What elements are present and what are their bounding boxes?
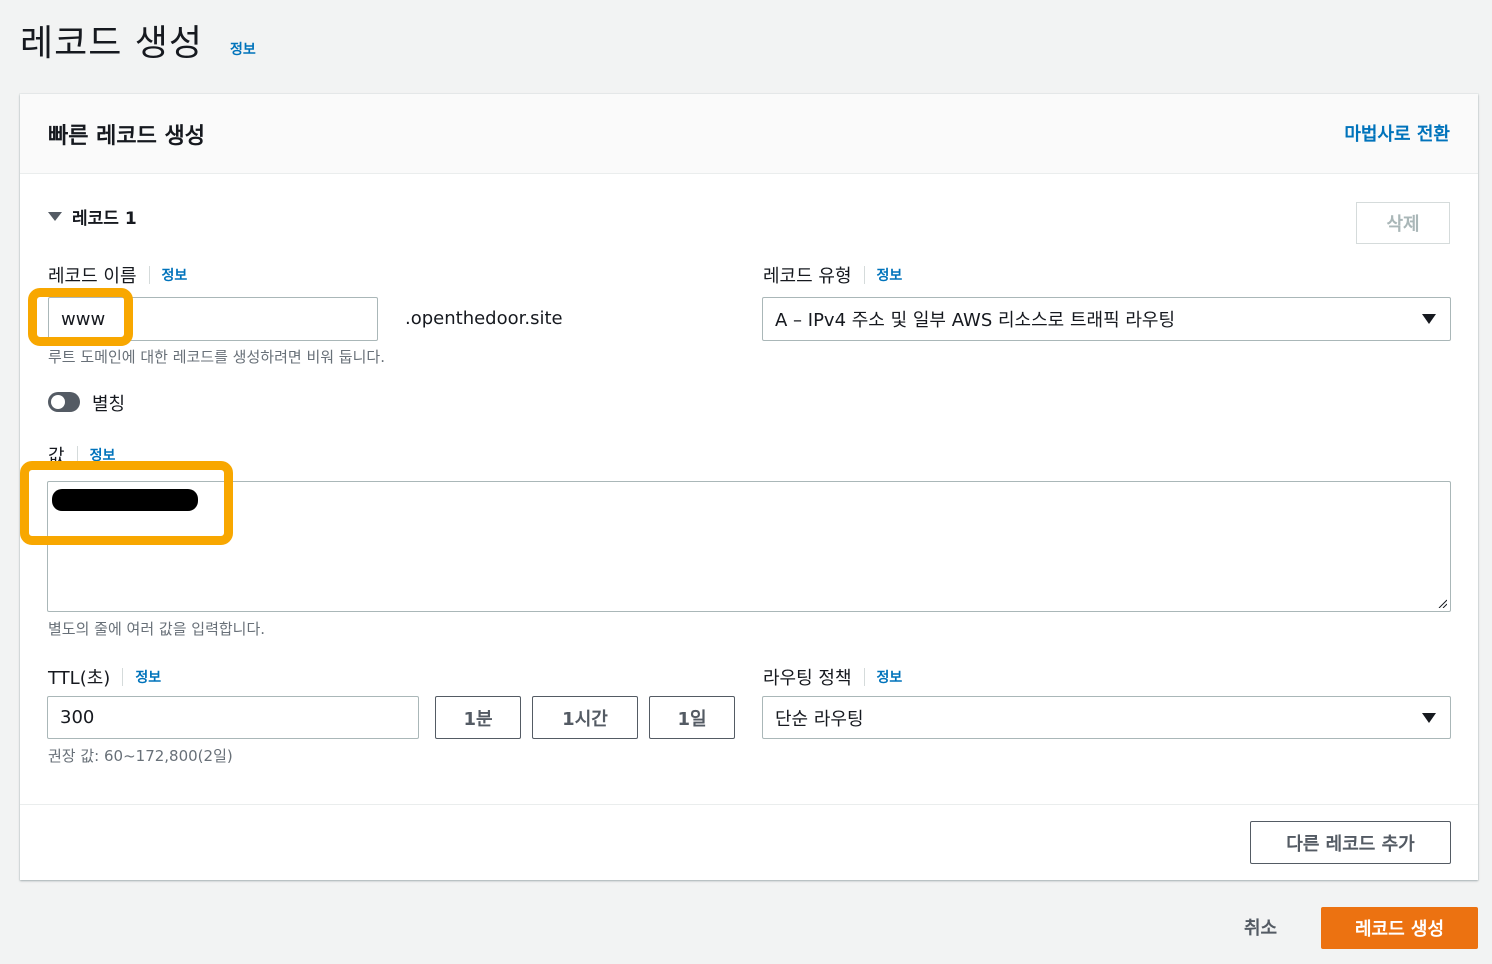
panel-title: 빠른 레코드 생성	[48, 124, 205, 149]
record-type-select[interactable]: A – IPv4 주소 및 일부 AWS 리소스로 트래픽 라우팅	[762, 297, 1451, 341]
cancel-button[interactable]: 취소	[1244, 914, 1277, 940]
dropdown-caret-icon	[1422, 314, 1436, 324]
alias-label: 별칭	[92, 394, 126, 415]
add-another-record-button[interactable]: 다른 레코드 추가	[1250, 821, 1451, 864]
value-hint: 별도의 줄에 여러 값을 입력합니다.	[48, 620, 266, 638]
page-title: 레코드 생성	[20, 23, 204, 64]
record-section-label: 레코드 1	[72, 209, 137, 229]
record-name-input[interactable]: www	[48, 297, 378, 341]
page-info-link[interactable]: 정보	[230, 39, 256, 59]
label-separator	[148, 266, 150, 284]
toggle-knob	[51, 395, 65, 409]
record-type-label: 레코드 유형 정보	[763, 265, 903, 287]
label-separator	[863, 668, 865, 686]
routing-policy-label: 라우팅 정책 정보	[763, 667, 903, 689]
create-records-button[interactable]: 레코드 생성	[1321, 907, 1478, 949]
ttl-1day-button[interactable]: 1일	[649, 696, 735, 739]
panel-divider	[20, 804, 1478, 805]
dropdown-caret-icon	[1422, 713, 1436, 723]
record-name-hint: 루트 도메인에 대한 레코드를 생성하려면 비워 둡니다.	[48, 348, 385, 366]
redaction-mark	[52, 489, 198, 511]
ttl-label: TTL(초) 정보	[48, 667, 162, 689]
quick-create-panel: 빠른 레코드 생성 마법사로 전환 레코드 1 삭제 레코드 이름 정보 www…	[20, 94, 1478, 880]
resize-grip-icon[interactable]	[1437, 598, 1447, 608]
ttl-1hour-button[interactable]: 1시간	[532, 696, 638, 739]
value-textarea[interactable]	[47, 481, 1451, 612]
routing-policy-info-link[interactable]: 정보	[877, 667, 903, 687]
routing-policy-select[interactable]: 단순 라우팅	[762, 696, 1451, 739]
panel-header: 빠른 레코드 생성 마법사로 전환	[20, 94, 1478, 174]
switch-to-wizard-link[interactable]: 마법사로 전환	[1344, 120, 1450, 146]
value-label: 값 정보	[48, 445, 116, 467]
caret-down-icon	[48, 212, 62, 221]
label-separator	[863, 266, 865, 284]
record-section-toggle[interactable]: 레코드 1	[48, 204, 137, 229]
label-separator	[122, 668, 124, 686]
record-name-label: 레코드 이름 정보	[48, 265, 188, 287]
record-type-info-link[interactable]: 정보	[877, 265, 903, 285]
delete-record-button[interactable]: 삭제	[1356, 202, 1450, 244]
alias-toggle[interactable]	[48, 392, 80, 412]
domain-suffix: .openthedoor.site	[405, 308, 563, 329]
record-name-info-link[interactable]: 정보	[162, 265, 188, 285]
ttl-hint: 권장 값: 60~172,800(2일)	[48, 747, 233, 765]
ttl-input[interactable]: 300	[47, 696, 419, 739]
value-info-link[interactable]: 정보	[90, 445, 116, 465]
label-separator	[76, 446, 78, 464]
ttl-info-link[interactable]: 정보	[135, 667, 161, 687]
ttl-1min-button[interactable]: 1분	[435, 696, 521, 739]
